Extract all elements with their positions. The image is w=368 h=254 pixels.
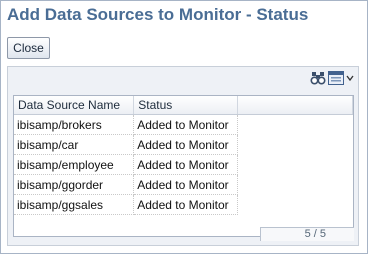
data-source-name-cell: ibisamp/ggsales <box>14 194 135 215</box>
data-source-name-cell: ibisamp/employee <box>14 154 135 175</box>
dialog-title: Add Data Sources to Monitor - Status <box>7 5 309 24</box>
data-source-name-cell: ibisamp/brokers <box>14 114 135 135</box>
column-header-filler <box>237 96 353 115</box>
filler-cell <box>238 115 353 135</box>
close-button[interactable]: Close <box>7 37 50 59</box>
filler-cell <box>238 135 353 155</box>
column-header-status[interactable]: Status <box>133 96 239 115</box>
table-header-row: Data Source Name Status <box>14 96 353 115</box>
table-row[interactable]: ibisamp/ggsales Added to Monitor <box>14 194 353 215</box>
table-row[interactable]: ibisamp/ggorder Added to Monitor <box>14 174 353 195</box>
filler-cell <box>238 195 353 215</box>
status-cell: Added to Monitor <box>133 194 239 215</box>
status-panel: Data Source Name Status ibisamp/brokers … <box>7 66 359 246</box>
data-source-name-cell: ibisamp/ggorder <box>14 174 135 195</box>
filler-cell <box>238 175 353 195</box>
table-footer: 5 / 5 <box>13 227 354 241</box>
status-cell: Added to Monitor <box>133 134 239 155</box>
status-cell: Added to Monitor <box>133 154 239 175</box>
table-row[interactable]: ibisamp/employee Added to Monitor <box>14 154 353 175</box>
status-dialog: Add Data Sources to Monitor - Status Clo… <box>0 0 368 254</box>
chevron-down-icon[interactable] <box>346 70 354 86</box>
status-cell: Added to Monitor <box>133 114 239 135</box>
table-row[interactable]: ibisamp/car Added to Monitor <box>14 134 353 155</box>
filler-cell <box>238 155 353 175</box>
column-header-data-source-name[interactable]: Data Source Name <box>14 96 135 115</box>
grid-toolbar <box>310 70 354 86</box>
grid-options-icon[interactable] <box>328 70 344 86</box>
table-row[interactable]: ibisamp/brokers Added to Monitor <box>14 114 353 135</box>
data-source-table: Data Source Name Status ibisamp/brokers … <box>13 95 354 237</box>
page-count: 5 / 5 <box>260 227 354 241</box>
binoculars-icon[interactable] <box>310 70 326 86</box>
status-cell: Added to Monitor <box>133 174 239 195</box>
data-source-name-cell: ibisamp/car <box>14 134 135 155</box>
